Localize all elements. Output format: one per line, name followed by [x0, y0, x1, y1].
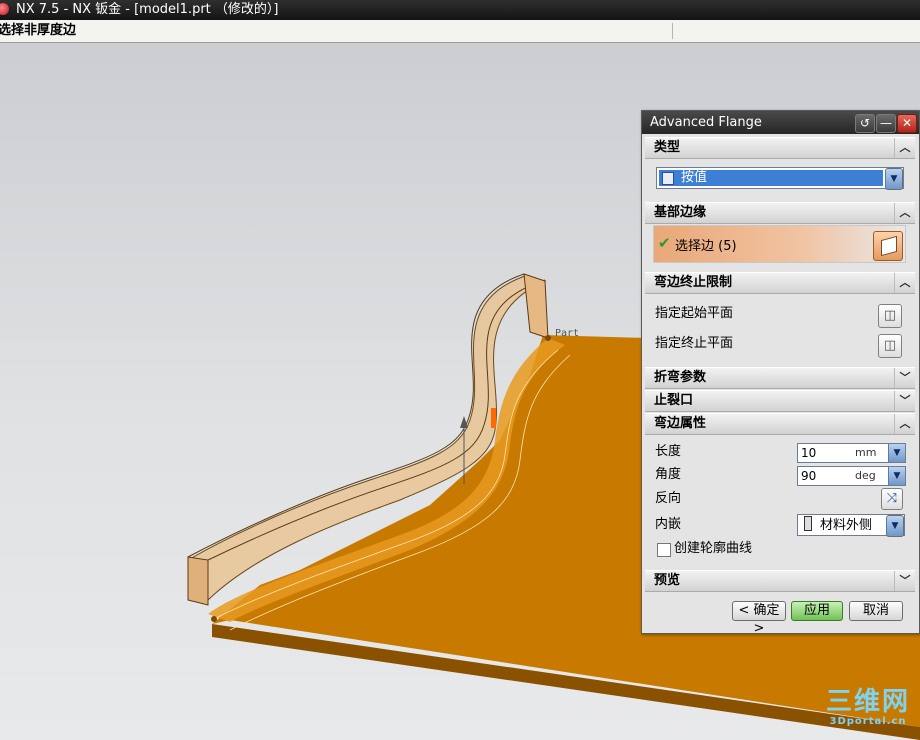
angle-value: 90 [801, 469, 817, 483]
type-selected-value: 按值 [659, 170, 883, 186]
watermark: 三维网 3Dportal.cn [818, 688, 918, 728]
section-base-edge-label: 基部边缘 [654, 205, 707, 220]
inset-label: 内嵌 [655, 517, 682, 532]
check-icon: ✔ [658, 234, 671, 252]
cube-icon [881, 235, 897, 257]
chevron-up-icon[interactable]: ︿ [894, 138, 915, 158]
section-preview-header[interactable]: 预览 ﹀ [645, 570, 915, 592]
edge-highlight-marker [491, 408, 496, 428]
edge-selection-text: 选择边 (5) [675, 239, 737, 254]
section-relief-label: 止裂口 [654, 393, 694, 408]
reverse-arrows-icon: ⤨ [886, 491, 898, 506]
chevron-down-icon[interactable]: ▼ [886, 515, 904, 537]
edge-selection-box[interactable]: ✔ 选择边 (5) [653, 225, 906, 263]
nx-app-icon [0, 3, 9, 15]
apply-button[interactable]: 应用 [791, 601, 843, 621]
selection-prompt: 选择非厚度边 [0, 23, 77, 38]
length-value: 10 [801, 446, 817, 460]
reset-icon[interactable]: ↺ [855, 114, 875, 133]
reverse-label: 反向 [655, 491, 682, 506]
chevron-down-icon[interactable]: ▼ [888, 444, 905, 462]
angle-unit: deg [855, 469, 876, 482]
start-plane-label: 指定起始平面 [655, 306, 734, 321]
type-select[interactable]: 按值 ▼ [656, 167, 904, 190]
chevron-down-icon[interactable]: ▼ [885, 168, 903, 190]
flange-far-end-face [523, 273, 549, 339]
type-value-text: 按值 [681, 170, 708, 185]
section-flange-limit-label: 弯边终止限制 [654, 275, 733, 290]
create-profile-label[interactable]: 创建轮廓曲线 [674, 540, 752, 558]
chevron-down-icon[interactable]: ▼ [888, 467, 905, 485]
by-value-icon [662, 172, 674, 185]
watermark-logo: 三维网 [825, 687, 910, 717]
dialog-titlebar[interactable]: Advanced Flange ↺ — ✕ [642, 111, 919, 134]
material-outside-icon [804, 516, 812, 531]
close-icon[interactable]: ✕ [897, 114, 917, 133]
section-relief-header[interactable]: 止裂口 ﹀ [645, 390, 915, 412]
section-flange-props-label: 弯边属性 [654, 416, 707, 431]
start-plane-button[interactable]: ◫ [878, 304, 902, 328]
section-base-edge-header[interactable]: 基部边缘 ︿ [645, 202, 915, 224]
part-label: Part [555, 328, 579, 339]
select-edge-cube-button[interactable] [873, 231, 903, 261]
length-label: 长度 [655, 444, 682, 459]
section-preview-label: 预览 [654, 573, 681, 588]
chevron-down-icon[interactable]: ﹀ [894, 391, 915, 411]
section-type-label: 类型 [654, 140, 681, 155]
plane-icon: ◫ [883, 338, 897, 353]
advanced-flange-dialog: Advanced Flange ↺ — ✕ 类型 ︿ 按值 ▼ 基部边缘 ︿ ✔… [641, 110, 920, 636]
vector-origin-point [545, 335, 551, 341]
status-bar: 选择非厚度边 [0, 20, 920, 43]
length-unit: mm [855, 446, 877, 459]
inset-selected-value: 材料外侧 [804, 516, 872, 535]
angle-label: 角度 [655, 467, 682, 482]
watermark-url: 3Dportal.cn [829, 716, 907, 727]
cancel-button[interactable]: 取消 [849, 601, 903, 621]
angle-field[interactable]: 90 deg ▼ [797, 466, 906, 486]
chevron-down-icon[interactable]: ﹀ [894, 571, 915, 591]
inset-value-text: 材料外侧 [820, 518, 873, 533]
plane-icon: ◫ [883, 308, 897, 323]
inset-select[interactable]: 材料外侧 ▼ [797, 514, 905, 537]
minimize-icon[interactable]: — [876, 114, 896, 133]
chevron-up-icon[interactable]: ︿ [894, 203, 915, 223]
reverse-direction-button[interactable]: ⤨ [881, 488, 903, 510]
ok-button[interactable]: < 确定 > [732, 601, 786, 636]
length-field[interactable]: 10 mm ▼ [797, 443, 906, 463]
chevron-down-icon[interactable]: ﹀ [894, 368, 915, 388]
section-bend-params-header[interactable]: 折弯参数 ﹀ [645, 367, 915, 389]
status-divider [672, 23, 673, 39]
base-corner-point [211, 616, 217, 622]
section-bend-params-label: 折弯参数 [654, 370, 707, 385]
chevron-up-icon[interactable]: ︿ [894, 273, 915, 293]
chevron-up-icon[interactable]: ︿ [894, 414, 915, 434]
section-type-header[interactable]: 类型 ︿ [645, 137, 915, 159]
section-flange-props-header[interactable]: 弯边属性 ︿ [645, 413, 915, 435]
dialog-title: Advanced Flange [650, 115, 762, 130]
window-titlebar: NX 7.5 - NX 钣金 - [model1.prt （修改的）] [0, 0, 920, 20]
end-plane-label: 指定终止平面 [655, 336, 734, 351]
window-title: NX 7.5 - NX 钣金 - [model1.prt （修改的）] [16, 2, 279, 17]
create-profile-checkbox[interactable] [657, 543, 671, 557]
flange-end-face [187, 556, 209, 606]
section-flange-limit-header[interactable]: 弯边终止限制 ︿ [645, 272, 915, 294]
end-plane-button[interactable]: ◫ [878, 334, 902, 358]
